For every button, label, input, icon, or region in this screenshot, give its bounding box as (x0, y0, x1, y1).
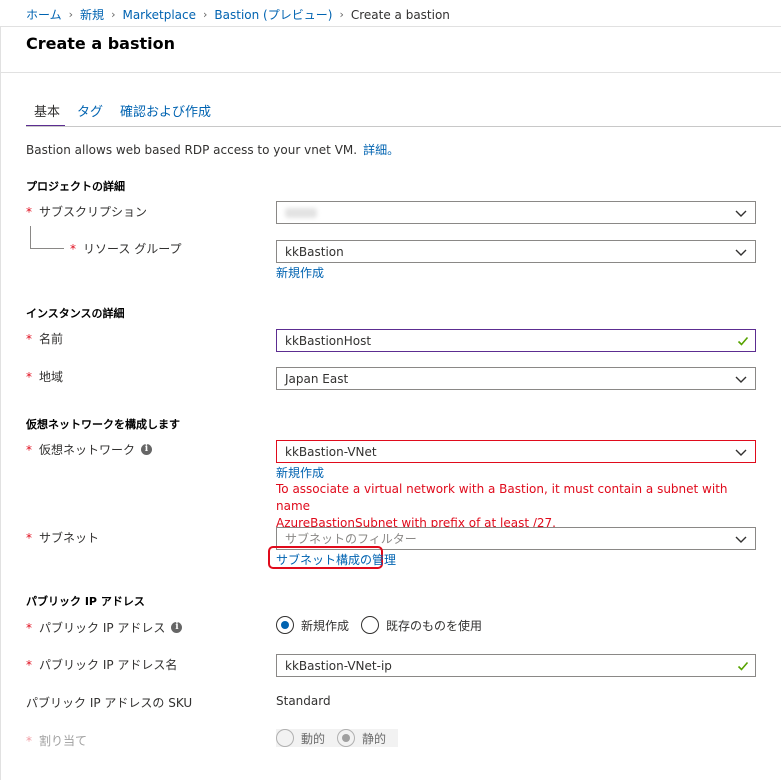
radio-unselected-icon (276, 729, 294, 747)
subscription-dropdown[interactable] (276, 201, 756, 224)
region-label: * 地域 (26, 368, 63, 385)
virtual-network-dropdown[interactable]: kkBastion-VNet (276, 440, 756, 463)
radio-dynamic: 動的 (276, 729, 338, 747)
required-marker: * (26, 369, 32, 384)
name-label: * 名前 (26, 330, 63, 347)
info-icon[interactable]: i (171, 622, 183, 633)
assignment-label-text: 割り当て (39, 734, 88, 748)
breadcrumb-new[interactable]: 新規 (80, 6, 104, 23)
region-value: Japan East (285, 371, 349, 386)
virtual-network-value: kkBastion-VNet (285, 444, 377, 459)
breadcrumb-separator: › (339, 8, 344, 21)
info-icon[interactable]: i (141, 444, 153, 455)
resource-group-value: kkBastion (285, 244, 344, 259)
subnet-label-text: サブネット (39, 531, 100, 545)
radio-selected-icon (337, 729, 356, 747)
tab-tags[interactable]: タグ (69, 101, 108, 127)
project-details-heading: プロジェクトの詳細 (26, 180, 125, 193)
subscription-label-text: サブスクリプション (39, 205, 148, 219)
vnet-error-line-1: To associate a virtual network with a Ba… (276, 482, 728, 513)
intro-text: Bastion allows web based RDP access to y… (26, 141, 399, 158)
virtual-network-heading: 仮想ネットワークを構成します (26, 418, 180, 431)
public-ip-sku-value: Standard (276, 694, 331, 708)
radio-use-existing[interactable]: 既存のものを使用 (361, 616, 482, 634)
public-ip-sku-label-text: パブリック IP アドレスの SKU (26, 696, 193, 710)
tabs-divider (26, 126, 781, 127)
breadcrumb-bastion[interactable]: Bastion (プレビュー) (214, 6, 332, 23)
breadcrumb-separator: › (111, 8, 116, 21)
name-input[interactable]: kkBastionHost (276, 329, 756, 352)
header-divider (0, 26, 781, 27)
radio-selected-icon[interactable] (276, 616, 294, 634)
intro-description: Bastion allows web based RDP access to y… (26, 143, 358, 157)
public-ip-radio-group: 新規作成 既存のものを使用 (276, 616, 494, 634)
assignment-label: * 割り当て (26, 732, 87, 749)
tab-basics[interactable]: 基本 (26, 101, 66, 127)
public-ip-name-label: * パブリック IP アドレス名 (26, 656, 177, 673)
subscription-label: * サブスクリプション (26, 203, 147, 220)
required-marker: * (26, 442, 32, 457)
public-ip-address-label-text: パブリック IP アドレス (39, 621, 166, 635)
public-ip-sku-label: パブリック IP アドレスの SKU (26, 694, 192, 711)
resource-group-dropdown[interactable]: kkBastion (276, 240, 756, 263)
manage-subnet-configuration-link[interactable]: サブネット構成の管理 (276, 551, 396, 568)
radio-create-new-label: 新規作成 (301, 618, 350, 633)
chevron-down-icon (735, 210, 747, 217)
tab-review-create[interactable]: 確認および作成 (112, 101, 216, 127)
chevron-down-icon (735, 536, 747, 543)
public-ip-heading: パブリック IP アドレス (26, 595, 145, 608)
breadcrumb-separator: › (68, 8, 74, 21)
required-marker: * (26, 657, 32, 672)
chevron-down-icon (735, 376, 747, 383)
required-marker: * (26, 204, 32, 219)
blade-left-border (0, 26, 1, 780)
virtual-network-label-text: 仮想ネットワーク (39, 443, 136, 457)
required-marker: * (26, 620, 32, 635)
radio-static: 静的 (337, 729, 399, 747)
virtual-network-label: * 仮想ネットワーク i (26, 441, 153, 458)
public-ip-address-label: * パブリック IP アドレス i (26, 619, 183, 636)
required-marker: * (26, 530, 32, 545)
subscription-value (285, 207, 317, 218)
breadcrumb: ホーム › 新規 › Marketplace › Bastion (プレビュー)… (26, 6, 450, 23)
create-new-vnet-link[interactable]: 新規作成 (276, 464, 324, 481)
subnet-placeholder: サブネットのフィルター (285, 532, 417, 546)
radio-static-label: 静的 (362, 731, 387, 746)
title-divider (1, 72, 781, 73)
checkmark-icon (737, 661, 749, 671)
required-marker: * (70, 241, 76, 256)
public-ip-name-value: kkBastion-VNet-ip (285, 658, 392, 673)
radio-unselected-icon[interactable] (361, 616, 380, 634)
name-label-text: 名前 (39, 332, 64, 346)
page-title: Create a bastion (26, 34, 176, 53)
breadcrumb-current: Create a bastion (350, 7, 450, 22)
name-value: kkBastionHost (285, 333, 372, 348)
public-ip-name-input[interactable]: kkBastion-VNet-ip (276, 654, 756, 677)
radio-use-existing-label: 既存のものを使用 (386, 618, 483, 633)
resource-group-label-text: リソース グループ (83, 242, 182, 256)
learn-more-link[interactable]: 詳細。 (363, 143, 399, 157)
radio-dynamic-label: 動的 (301, 731, 326, 746)
region-label-text: 地域 (39, 370, 64, 384)
tree-connector (30, 226, 64, 249)
assignment-radio-group: 動的 静的 (276, 729, 399, 747)
instance-details-heading: インスタンスの詳細 (26, 307, 125, 320)
public-ip-name-label-text: パブリック IP アドレス名 (39, 658, 178, 672)
chevron-down-icon (735, 449, 747, 456)
resource-group-label: * リソース グループ (70, 240, 182, 257)
create-new-resource-group-link[interactable]: 新規作成 (276, 264, 324, 281)
radio-create-new[interactable]: 新規作成 (276, 616, 349, 634)
required-marker: * (26, 331, 32, 346)
required-marker: * (26, 733, 32, 748)
breadcrumb-marketplace[interactable]: Marketplace (122, 8, 196, 22)
breadcrumb-separator: › (203, 8, 208, 21)
tab-bar: 基本 タグ 確認および作成 (26, 101, 220, 127)
checkmark-icon (737, 336, 749, 346)
breadcrumb-home[interactable]: ホーム (26, 6, 62, 23)
vnet-error-message: To associate a virtual network with a Ba… (276, 481, 756, 532)
region-dropdown[interactable]: Japan East (276, 367, 756, 390)
subnet-label: * サブネット (26, 529, 99, 546)
chevron-down-icon (735, 249, 747, 256)
